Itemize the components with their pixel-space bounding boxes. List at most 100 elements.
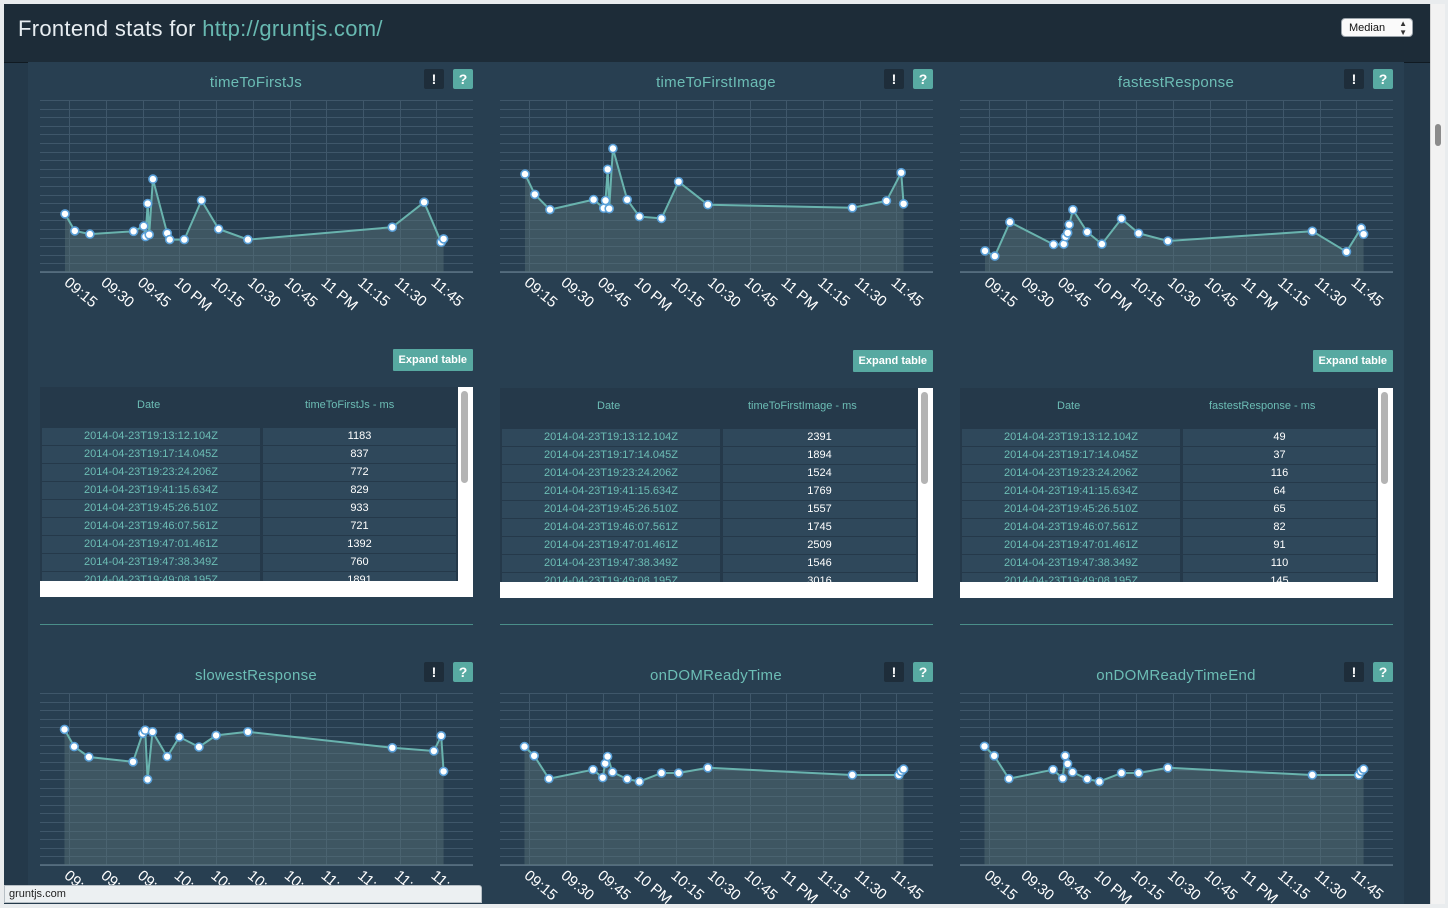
data-point — [1057, 773, 1068, 784]
page-title: Frontend stats for http://gruntjs.com/ — [18, 16, 383, 42]
cell-value: 837 — [263, 446, 456, 463]
table-row: 2014-04-23T19:47:38.349Z 760 — [42, 554, 456, 571]
help-button[interactable]: ? — [453, 69, 473, 89]
x-tick-label: 10:45 — [741, 274, 781, 311]
table-scrollbar-thumb[interactable] — [461, 391, 468, 483]
metric-select[interactable]: Median ▲ ▼ — [1341, 18, 1413, 37]
data-point — [529, 750, 540, 761]
data-point — [1307, 770, 1318, 780]
expand-table-button[interactable]: Expand table — [1312, 350, 1393, 372]
data-point — [148, 174, 158, 184]
table-row: 2014-04-23T19:23:24.206Z 116 — [962, 465, 1376, 482]
cell-date: 2014-04-23T19:45:26.510Z — [962, 501, 1180, 518]
cell-value: 760 — [263, 554, 456, 571]
data-point — [529, 189, 540, 200]
data-point — [84, 752, 94, 762]
data-point — [634, 776, 645, 787]
data-point — [1116, 213, 1127, 224]
data-point — [69, 226, 80, 236]
help-button[interactable]: ? — [453, 662, 473, 682]
data-point — [544, 773, 554, 784]
data-point — [604, 203, 614, 214]
data-point — [1307, 226, 1318, 236]
data-point — [1082, 774, 1092, 784]
table-row: 2014-04-23T19:13:12.104Z 2391 — [502, 429, 916, 446]
x-tick-label: 11:30 — [851, 867, 890, 903]
cell-value: 829 — [263, 482, 456, 499]
warning-button[interactable]: ! — [884, 662, 904, 682]
table-row: 2014-04-23T19:47:01.461Z 91 — [962, 537, 1376, 554]
column-header-date[interactable]: Date — [597, 400, 620, 412]
x-tick-label: 10 PM — [631, 867, 675, 904]
x-tick-label: 09:45 — [594, 274, 634, 311]
x-tick-label: 11:45 — [1348, 274, 1387, 310]
data-table-body: Date timeToFirstJs - ms 2014-04-23T19:13:1… — [40, 387, 458, 581]
warning-button[interactable]: ! — [884, 69, 904, 89]
warning-button[interactable]: ! — [1344, 69, 1364, 89]
column-header-date[interactable]: Date — [137, 399, 160, 411]
data-point — [213, 224, 224, 234]
help-button[interactable]: ? — [1373, 69, 1393, 89]
cell-value: 116 — [1183, 465, 1376, 482]
table-scrollbar[interactable] — [920, 392, 928, 578]
x-tick-label: 10:15 — [208, 274, 248, 311]
data-point — [634, 211, 645, 222]
table-row: 2014-04-23T19:13:12.104Z 49 — [962, 429, 1376, 446]
data-point — [1133, 768, 1144, 778]
table-scrollbar[interactable] — [1380, 392, 1388, 578]
metric-select-value: Median — [1349, 22, 1386, 34]
table-row: 2014-04-23T19:45:26.510Z 933 — [42, 500, 456, 517]
expand-table-button[interactable]: Expand table — [392, 349, 473, 371]
data-point — [1062, 228, 1073, 238]
x-tick-label: 11:30 — [391, 274, 430, 310]
table-scrollbar-thumb[interactable] — [921, 392, 928, 484]
help-button[interactable]: ? — [1373, 662, 1393, 682]
question-icon: ? — [458, 664, 468, 680]
table-row: 2014-04-23T19:47:38.349Z 110 — [962, 555, 1376, 572]
column-header-value[interactable]: timeToFirstJs - ms — [305, 399, 394, 411]
question-icon: ? — [918, 71, 928, 87]
cell-date: 2014-04-23T19:45:26.510Z — [502, 501, 720, 518]
table-scrollbar[interactable] — [460, 391, 468, 577]
expand-table-button[interactable]: Expand table — [852, 350, 933, 372]
page-scrollbar-thumb[interactable] — [1435, 124, 1441, 146]
data-point — [142, 198, 153, 209]
exclamation-icon: ! — [891, 664, 897, 680]
data-point — [162, 751, 172, 762]
chart-title: fastestResponse — [1117, 74, 1235, 91]
help-button[interactable]: ? — [913, 662, 933, 682]
data-point — [179, 234, 190, 245]
site-url-link[interactable]: http://gruntjs.com/ — [202, 16, 383, 41]
warning-button[interactable]: ! — [424, 662, 444, 682]
cell-date: 2014-04-23T19:13:12.104Z — [962, 429, 1180, 446]
cell-value: 1745 — [723, 519, 916, 536]
cell-date: 2014-04-23T19:46:07.561Z — [962, 519, 1180, 536]
column-header-value[interactable]: fastestResponse - ms — [1209, 400, 1315, 412]
cell-date: 2014-04-23T19:23:24.206Z — [502, 465, 720, 482]
cell-value: 721 — [263, 518, 456, 535]
x-tick-label: 11:45 — [888, 867, 927, 903]
x-tick-label: 10:15 — [1128, 274, 1168, 311]
cell-value: 1894 — [723, 447, 916, 464]
data-point — [545, 204, 555, 215]
cell-value: 772 — [263, 464, 456, 481]
chart-onDOMReadyTimeEnd: 09:1509:3009:4510 PM10:1510:3010:4511 PM… — [960, 693, 1393, 904]
data-point — [896, 167, 907, 178]
chart-title: timeToFirstImage — [656, 74, 776, 91]
cell-date: 2014-04-23T19:46:07.561Z — [502, 519, 720, 536]
column-header-value[interactable]: timeToFirstImage - ms — [748, 400, 857, 412]
cell-date: 2014-04-23T19:23:24.206Z — [42, 464, 260, 481]
data-point — [898, 199, 909, 209]
help-button[interactable]: ? — [913, 69, 933, 89]
data-point — [602, 164, 613, 175]
cell-value: 1392 — [263, 536, 456, 553]
table-scrollbar-thumb[interactable] — [1381, 392, 1388, 484]
cell-value: 2509 — [723, 537, 916, 554]
x-tick-label: 10:15 — [668, 274, 708, 311]
warning-button[interactable]: ! — [424, 69, 444, 89]
series-area — [64, 729, 444, 865]
column-header-date[interactable]: Date — [1057, 400, 1080, 412]
warning-button[interactable]: ! — [1344, 662, 1364, 682]
table-row: 2014-04-23T19:46:07.561Z 1745 — [502, 519, 916, 536]
page-scrollbar[interactable] — [1430, 4, 1445, 904]
